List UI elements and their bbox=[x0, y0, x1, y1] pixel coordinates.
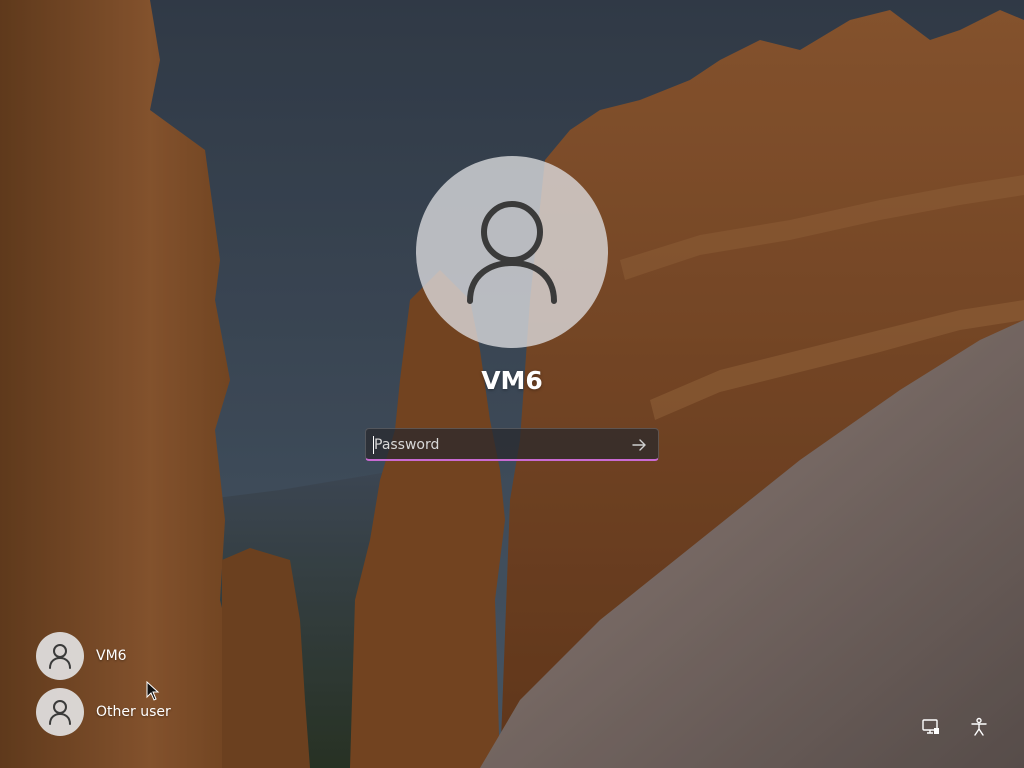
network-icon bbox=[922, 719, 939, 734]
network-button[interactable] bbox=[918, 714, 944, 740]
user-icon bbox=[49, 644, 71, 669]
arrow-right-icon bbox=[632, 439, 646, 451]
user-list-label: VM6 bbox=[96, 648, 127, 664]
submit-button[interactable] bbox=[628, 434, 650, 456]
user-icon bbox=[467, 201, 557, 304]
password-field[interactable] bbox=[365, 428, 659, 461]
text-caret bbox=[373, 436, 374, 454]
avatar bbox=[36, 632, 84, 680]
lock-screen: VM6 VM6 Other user bbox=[0, 0, 1024, 768]
user-list-item-vm6[interactable]: VM6 bbox=[36, 632, 127, 680]
user-list-label: Other user bbox=[96, 704, 171, 720]
account-name: VM6 bbox=[481, 366, 543, 395]
accessibility-button[interactable] bbox=[966, 714, 992, 740]
avatar bbox=[36, 688, 84, 736]
accessibility-icon bbox=[971, 717, 987, 736]
user-icon bbox=[49, 700, 71, 725]
account-avatar bbox=[416, 156, 608, 348]
mouse-pointer-icon bbox=[146, 681, 160, 701]
password-input[interactable] bbox=[372, 433, 624, 457]
